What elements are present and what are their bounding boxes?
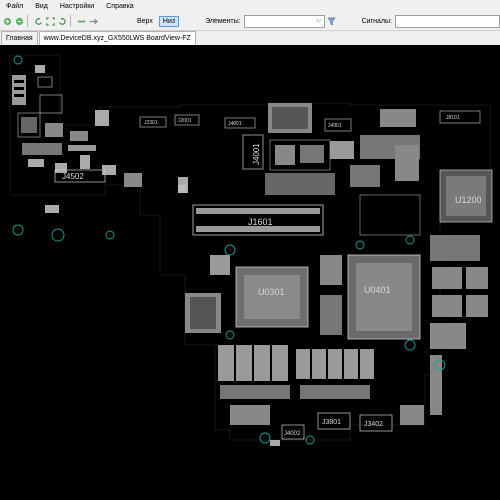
top-side-button[interactable]: Верх (133, 16, 157, 27)
label-j3402: J3402 (364, 421, 383, 428)
bottom-side-button[interactable]: Низ (158, 15, 180, 27)
arrow-left-icon[interactable] (76, 16, 86, 26)
board-outline (9, 54, 491, 441)
signals-input[interactable] (394, 14, 500, 28)
label-j2301: J2301 (144, 120, 158, 126)
connector-j3402[interactable]: J3402 (359, 414, 393, 432)
inductor-array (218, 345, 374, 399)
board-view-canvas[interactable]: J4502 J4001 J1601 U1200 U0301 U0401 J380… (0, 45, 500, 500)
toolbar: Верх Низ Элементы: ⌵ Сигналы: (0, 12, 500, 31)
label-u1200: U1200 (455, 195, 482, 205)
label-j4801: J4801 (228, 121, 242, 127)
connector-j4001[interactable]: J4001 (242, 134, 264, 170)
chevron-down-icon: ⌵ (316, 16, 322, 24)
menu-settings[interactable]: Настройки (54, 3, 100, 10)
label-j2001: J2001 (178, 118, 192, 124)
connector-j4002[interactable]: J4002 (281, 424, 305, 440)
label-j4901: J4901 (328, 123, 342, 129)
tab-main[interactable]: Главная (1, 31, 38, 45)
menu-help[interactable]: Справка (100, 3, 139, 10)
menu-bar: Файл Вид Настройки Справка (0, 0, 500, 12)
label-u0401: U0401 (364, 285, 391, 295)
rotate-left-icon[interactable] (33, 16, 43, 26)
toolbar-separator (70, 15, 71, 27)
arrow-right-icon[interactable] (88, 16, 98, 26)
rotate-right-icon[interactable] (57, 16, 67, 26)
zoom-out-icon[interactable] (14, 16, 24, 26)
zoom-in-icon[interactable] (2, 16, 12, 26)
chip-u0401[interactable]: U0401 (347, 254, 421, 340)
label-j4502: J4502 (62, 172, 84, 181)
label-j8101: J8101 (446, 115, 460, 121)
menu-file[interactable]: Файл (0, 3, 29, 10)
elements-combo[interactable]: ⌵ (243, 14, 325, 28)
elements-label: Элементы: (205, 17, 241, 25)
label-j4001: J4001 (252, 143, 261, 165)
label-j1601: J1601 (248, 217, 273, 227)
connector-j4502[interactable]: J4502 (54, 169, 106, 183)
chip-u1200[interactable]: U1200 (439, 169, 493, 223)
tab-boardview[interactable]: www.DeviceDB.xyz_GX550LWS BoardView-FZ (38, 31, 196, 45)
tab-strip: Главная www.DeviceDB.xyz_GX550LWS BoardV… (0, 31, 500, 45)
connector-j1601[interactable]: J1601 (192, 204, 324, 236)
toolbar-separator (27, 15, 28, 27)
signals-label: Сигналы: (361, 17, 392, 25)
label-u0301: U0301 (258, 287, 285, 297)
chip-u0301[interactable]: U0301 (235, 266, 309, 328)
left-component-cluster (12, 65, 188, 213)
fit-to-screen-icon[interactable] (45, 16, 55, 26)
connector-j3801[interactable]: J3801 (317, 412, 351, 430)
funnel-icon[interactable] (327, 16, 337, 26)
label-j4002: J4002 (284, 431, 301, 437)
board-drawing[interactable]: J4502 J4001 J1601 U1200 U0301 U0401 J380… (0, 45, 500, 500)
menu-view[interactable]: Вид (29, 3, 54, 10)
label-j3801: J3801 (322, 419, 341, 426)
